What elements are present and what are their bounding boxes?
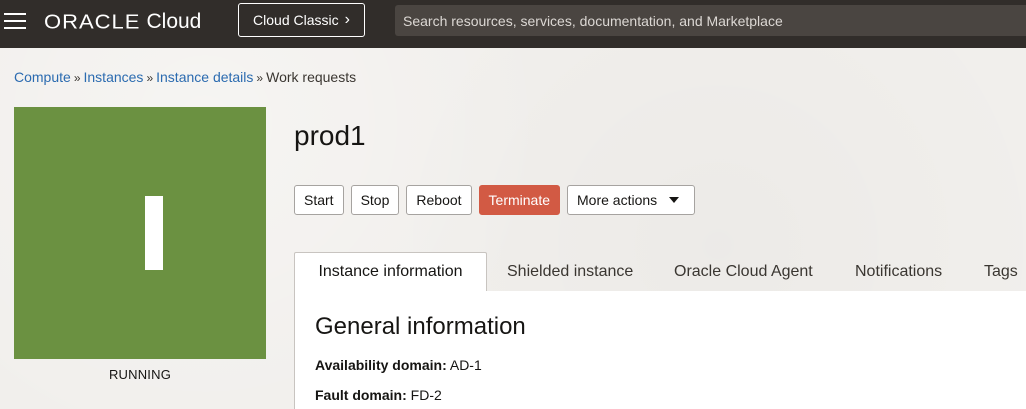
fault-domain-label: Fault domain: — [315, 387, 407, 403]
logo-cloud-text: Cloud — [146, 10, 202, 33]
oracle-cloud-logo[interactable]: ORACLE Cloud — [44, 8, 201, 36]
action-toolbar: Start Stop Reboot Terminate More actions — [294, 185, 696, 215]
terminate-button[interactable]: Terminate — [478, 185, 561, 215]
fault-domain-row: Fault domain: FD-2 — [315, 387, 442, 403]
caret-down-icon — [669, 197, 680, 203]
instance-status-tile — [14, 107, 266, 359]
instance-status-label: RUNNING — [108, 367, 172, 382]
instance-icon-letter — [145, 196, 163, 270]
logo-oracle-text: ORACLE — [44, 10, 141, 34]
tab-notifications[interactable]: Notifications — [855, 252, 942, 292]
breadcrumb-compute[interactable]: Compute — [14, 69, 71, 85]
chevron-right-icon: › — [344, 11, 350, 28]
fault-domain-value: FD-2 — [410, 387, 442, 403]
reboot-button[interactable]: Reboot — [406, 185, 472, 215]
breadcrumb-separator: » — [73, 71, 81, 85]
cloud-classic-button[interactable]: Cloud Classic › — [238, 3, 365, 37]
cloud-classic-label: Cloud Classic — [253, 12, 339, 28]
start-button[interactable]: Start — [294, 185, 344, 215]
tab-oracle-cloud-agent[interactable]: Oracle Cloud Agent — [674, 252, 813, 292]
tab-tags[interactable]: Tags — [984, 252, 1018, 292]
breadcrumb-instances[interactable]: Instances — [84, 69, 144, 85]
breadcrumb: Compute» Instances» Instance details» Work … — [14, 69, 356, 85]
availability-domain-value: AD-1 — [449, 357, 482, 373]
availability-domain-row: Availability domain: AD-1 — [315, 357, 482, 373]
top-navigation-bar: ORACLE Cloud Cloud Classic › — [0, 0, 1026, 48]
tab-bar: Instance information Shielded instance O… — [294, 252, 1026, 292]
tab-shielded-instance[interactable]: Shielded instance — [507, 252, 633, 292]
breadcrumb-separator: » — [256, 71, 264, 85]
search-input[interactable] — [395, 5, 1026, 36]
breadcrumb-instance-details[interactable]: Instance details — [156, 69, 253, 85]
general-information-heading: General information — [315, 313, 526, 340]
availability-domain-label: Availability domain: — [315, 357, 447, 373]
more-actions-label: More actions — [577, 192, 658, 208]
breadcrumb-separator: » — [146, 71, 154, 85]
breadcrumb-current: Work requests — [266, 69, 357, 85]
page-title: prod1 — [294, 120, 366, 151]
stop-button[interactable]: Stop — [350, 185, 400, 215]
instance-information-panel: General information Availability domain:… — [294, 291, 1026, 409]
tab-instance-information[interactable]: Instance information — [294, 252, 487, 292]
hamburger-menu-icon[interactable] — [4, 12, 26, 30]
more-actions-button[interactable]: More actions — [567, 185, 696, 215]
